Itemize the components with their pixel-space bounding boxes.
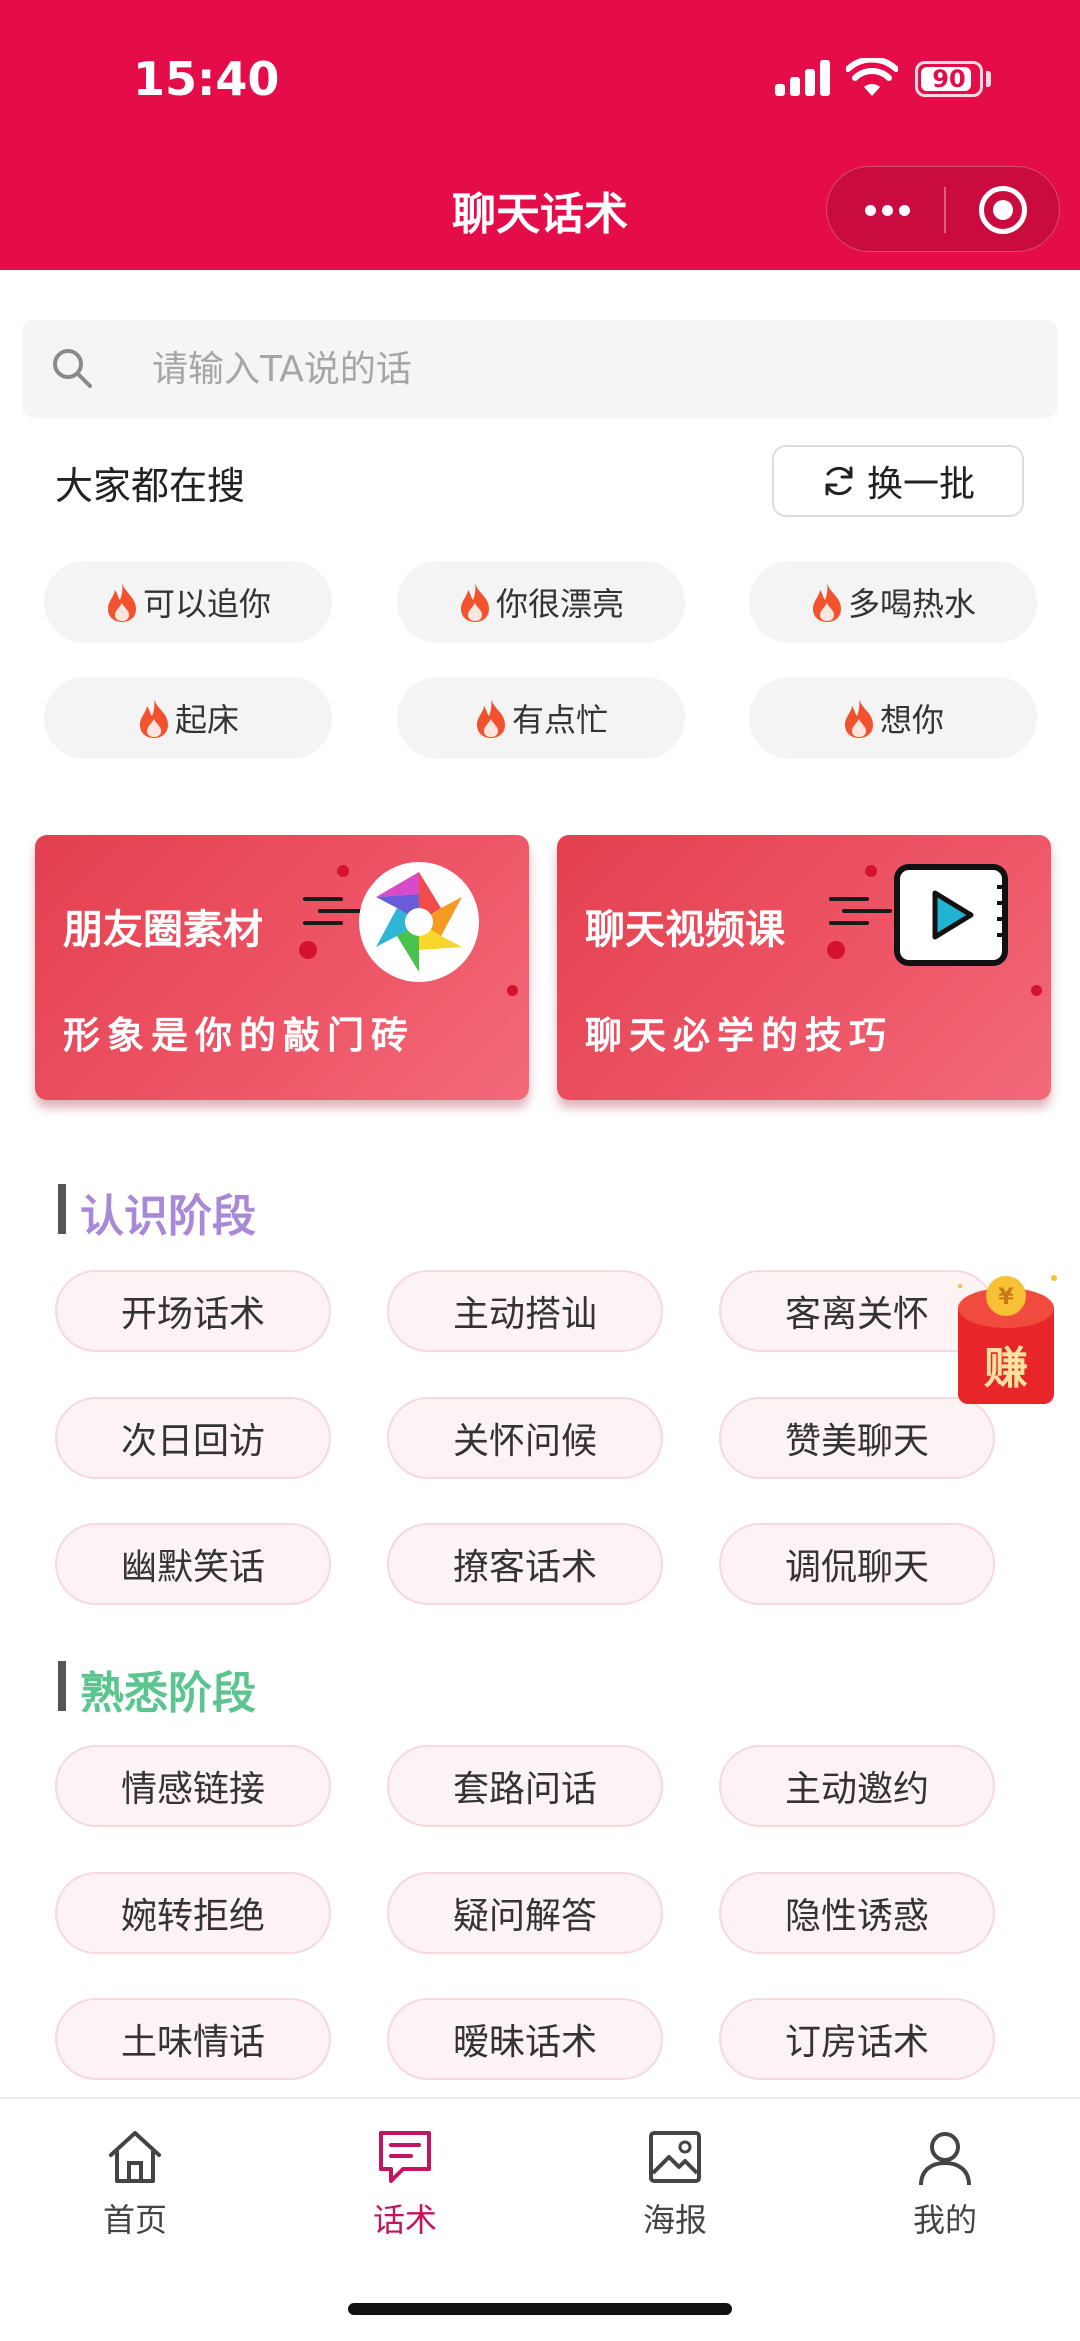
flame-icon [460, 583, 489, 622]
hot-tag-label: 想你 [879, 701, 944, 739]
hot-tag[interactable]: 有点忙 [397, 677, 685, 759]
decor-dot [299, 941, 317, 959]
phrase-button[interactable]: 疑问解答 [387, 1872, 663, 1954]
section-title-familiar: 熟悉阶段 [80, 1668, 256, 1719]
phrase-button[interactable]: 隐性诱惑 [719, 1872, 995, 1954]
tab-poster[interactable]: 海报 [575, 2125, 775, 2245]
battery-nub [986, 71, 991, 87]
phrase-button[interactable]: 暧昧话术 [387, 1998, 663, 2080]
flame-icon [107, 583, 136, 622]
hot-tag[interactable]: 你很漂亮 [397, 561, 685, 643]
search-bar[interactable] [22, 320, 1058, 418]
tab-label: 我的 [912, 2201, 977, 2239]
tab-label: 海报 [642, 2201, 707, 2239]
decor-dot [865, 865, 877, 877]
banner-subtitle: 聊天必学的技巧 [585, 1014, 893, 1057]
earn-red-envelope-button[interactable]: ¥ 赚 [954, 1272, 1058, 1408]
earn-label: 赚 [984, 1343, 1028, 1394]
hot-tag[interactable]: 可以追你 [44, 561, 332, 643]
banner-title: 朋友圈素材 [63, 907, 263, 953]
home-icon [109, 2131, 161, 2183]
image-icon [649, 2131, 701, 2183]
decor-dot [337, 865, 349, 877]
phrase-button[interactable]: 主动邀约 [719, 1745, 995, 1827]
decor-dot [507, 985, 518, 996]
hot-tag-label: 有点忙 [511, 701, 608, 739]
hot-tag-label: 可以追你 [142, 585, 271, 623]
hot-tag-label: 多喝热水 [847, 585, 976, 623]
battery-level: 90 [932, 65, 966, 93]
video-play-icon [894, 864, 1008, 966]
battery-icon: 90 [915, 61, 983, 97]
camera-aperture-icon [359, 862, 479, 982]
decor-dot [827, 941, 845, 959]
banner-subtitle: 形象是你的敲门砖 [63, 1014, 415, 1057]
more-icon[interactable] [857, 167, 917, 253]
tab-label: 首页 [102, 2201, 167, 2239]
user-icon [919, 2132, 971, 2186]
phrase-button[interactable]: 订房话术 [719, 1998, 995, 2080]
flame-icon [812, 583, 841, 622]
phrase-button[interactable]: 调侃聊天 [719, 1523, 995, 1605]
phrase-button[interactable]: 情感链接 [55, 1745, 331, 1827]
search-input[interactable] [152, 320, 1032, 418]
moments-material-banner[interactable]: 朋友圈素材 形象是你的敲门砖 [35, 835, 529, 1100]
phrase-button[interactable]: 土味情话 [55, 1998, 331, 2080]
miniprogram-capsule [826, 166, 1060, 252]
banner-title: 聊天视频课 [585, 907, 785, 953]
hot-tag[interactable]: 多喝热水 [749, 561, 1037, 643]
home-indicator [348, 2303, 732, 2315]
hot-search-title: 大家都在搜 [55, 464, 246, 508]
flame-icon [139, 699, 168, 738]
phrase-button[interactable]: 套路问话 [387, 1745, 663, 1827]
cellular-signal-icon [775, 60, 831, 96]
flame-icon [476, 699, 505, 738]
tab-home[interactable]: 首页 [35, 2125, 235, 2245]
phrase-button[interactable]: 主动搭讪 [387, 1270, 663, 1352]
hot-tag-label: 你很漂亮 [495, 585, 624, 623]
refresh-label: 换一批 [866, 464, 975, 505]
phrase-button[interactable]: 撩客话术 [387, 1523, 663, 1605]
refresh-icon [825, 466, 853, 496]
flame-icon [844, 699, 873, 738]
tab-scripts[interactable]: 话术 [305, 2125, 505, 2245]
tab-mine[interactable]: 我的 [845, 2125, 1045, 2245]
svg-text:¥: ¥ [998, 1285, 1014, 1310]
phrase-button[interactable]: 赞美聊天 [719, 1397, 995, 1479]
chat-icon [379, 2131, 431, 2183]
header-bar: 15:40 90 聊天话术 [0, 0, 1080, 270]
hot-tag[interactable]: 起床 [44, 677, 332, 759]
phrase-button[interactable]: 次日回访 [55, 1397, 331, 1479]
capsule-divider [944, 187, 946, 233]
wifi-icon [846, 58, 898, 96]
phrase-button[interactable]: 幽默笑话 [55, 1523, 331, 1605]
search-icon [53, 349, 92, 388]
phrase-button[interactable]: 开场话术 [55, 1270, 331, 1352]
hot-tag[interactable]: 想你 [749, 677, 1037, 759]
phrase-button[interactable]: 婉转拒绝 [55, 1872, 331, 1954]
refresh-button[interactable]: 换一批 [772, 445, 1024, 517]
tab-label: 话术 [372, 2201, 437, 2239]
hot-tag-label: 起床 [174, 701, 239, 739]
decor-dot [1031, 985, 1042, 996]
chat-video-course-banner[interactable]: 聊天视频课 聊天必学的技巧 [557, 835, 1051, 1100]
phrase-button[interactable]: 关怀问候 [387, 1397, 663, 1479]
status-time: 15:40 [133, 52, 280, 106]
close-miniprogram-icon[interactable] [979, 186, 1027, 234]
section-title-meeting: 认识阶段 [80, 1191, 256, 1242]
